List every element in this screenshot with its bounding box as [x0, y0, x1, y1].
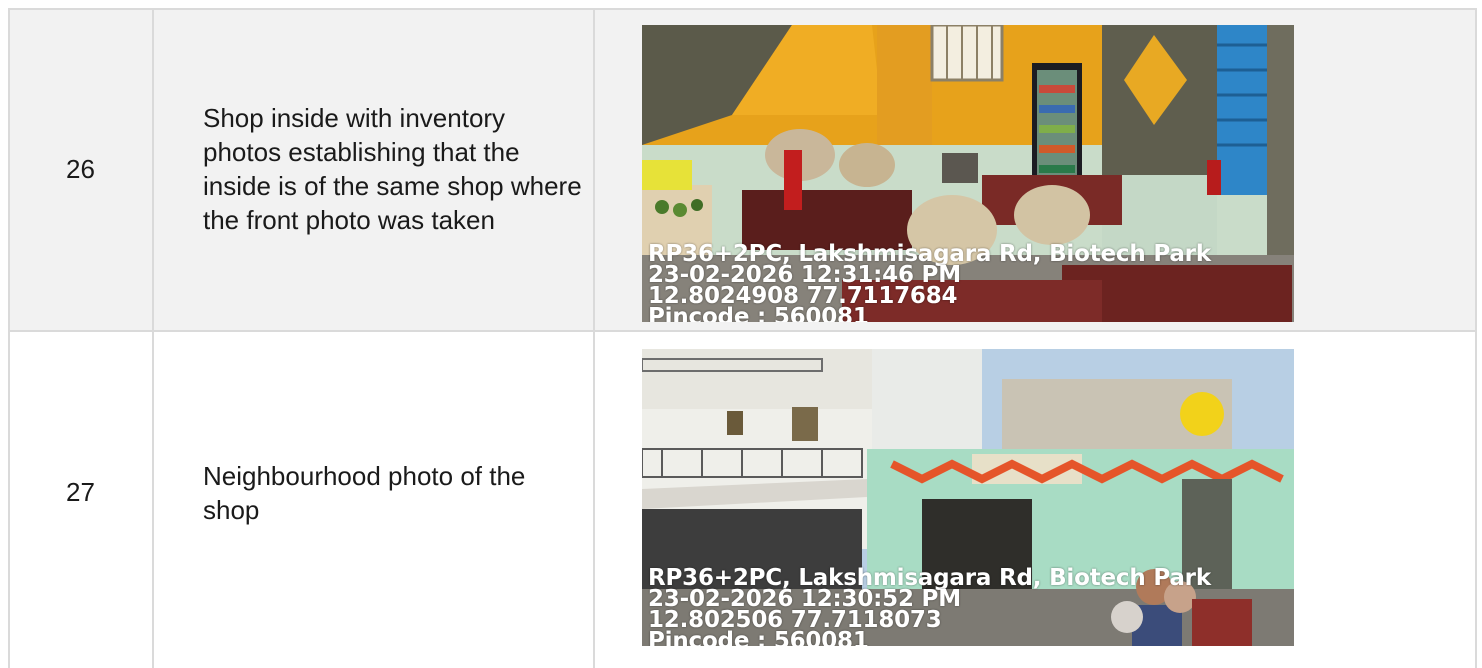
- geo-stamp: RP36+2PC, Lakshmisagara Rd, Biotech Park…: [648, 243, 1211, 323]
- stamp-pincode: Pincode : 560081: [648, 304, 869, 323]
- column-divider: [593, 8, 595, 668]
- row-description: Shop inside with inventory photos establ…: [153, 8, 593, 330]
- row-description: Neighbourhood photo of the shop: [153, 331, 593, 654]
- geo-stamp: RP36+2PC, Lakshmisagara Rd, Biotech Park…: [648, 567, 1211, 647]
- table-border-top: [8, 8, 1477, 10]
- stamp-pincode: Pincode : 560081: [648, 628, 869, 647]
- row-divider: [8, 330, 1477, 332]
- row-description-text: Neighbourhood photo of the shop: [203, 460, 526, 525]
- table-border-left: [8, 8, 10, 668]
- row-description-text: Shop inside with inventory photos establ…: [203, 103, 582, 235]
- shop-street-photo: RP36+2PC, Lakshmisagara Rd, Biotech Park…: [642, 349, 1294, 646]
- evidence-table: 26 Shop inside with inventory photos est…: [0, 0, 1482, 668]
- column-divider: [152, 8, 154, 668]
- table-border-right: [1475, 8, 1477, 668]
- shop-interior-photo: RP36+2PC, Lakshmisagara Rd, Biotech Park…: [642, 25, 1294, 322]
- row-number: 26: [66, 153, 95, 184]
- row-number: 27: [66, 477, 95, 507]
